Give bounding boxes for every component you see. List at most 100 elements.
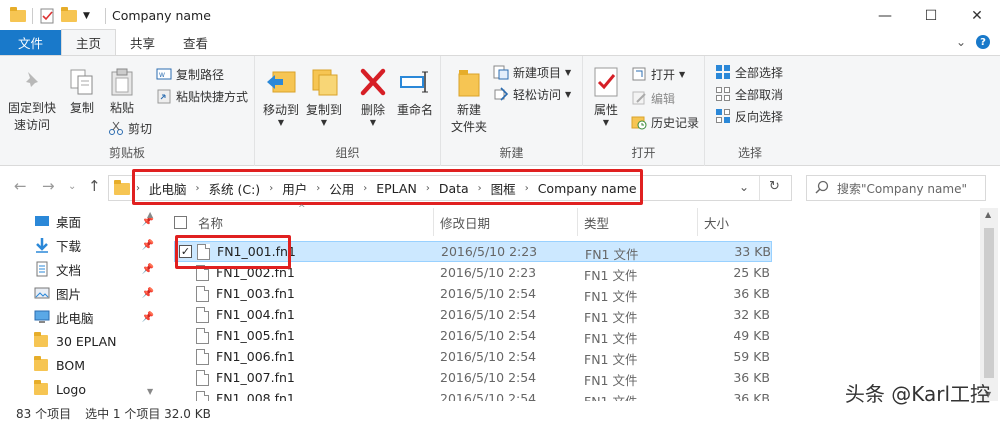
minimize-button[interactable]: — <box>862 0 908 31</box>
history-button[interactable]: 历史记录 <box>631 112 699 132</box>
copy-to-button[interactable]: 复制到 ▼ <box>303 66 345 127</box>
file-size: 49 KB <box>733 328 770 343</box>
breadcrumb-company-name[interactable]: Company name <box>532 181 643 196</box>
select-all-button[interactable]: 全部选择 <box>715 62 783 82</box>
breadcrumb-data[interactable]: Data <box>433 181 475 196</box>
back-arrow-icon[interactable]: ← <box>14 177 27 195</box>
nav-item-bom[interactable]: BOM <box>34 354 144 376</box>
column-size[interactable]: 大小 <box>698 208 778 236</box>
chevron-right-icon[interactable]: › <box>475 183 485 194</box>
search-input[interactable]: 搜索"Company name" <box>806 175 986 201</box>
pin-to-quick-access-button[interactable]: 固定到快 速访问 <box>6 68 58 134</box>
breadcrumb-this-pc[interactable]: 此电脑 <box>143 179 193 198</box>
forward-arrow-icon[interactable]: → <box>42 177 55 195</box>
recent-chevron-icon[interactable]: ⌄ <box>68 181 76 192</box>
table-row[interactable]: FN1_004.fn1 2016/5/10 2:54 FN1 文件 32 KB <box>174 305 772 326</box>
nav-item-30-eplan[interactable]: 30 EPLAN <box>34 330 144 352</box>
download-arrow-icon <box>34 237 50 253</box>
delete-x-icon <box>357 66 389 98</box>
pin-icon <box>18 68 46 96</box>
chevron-right-icon: › <box>136 182 140 194</box>
open-button[interactable]: 打开 ▼ <box>631 64 685 84</box>
file-date: 2016/5/10 2:54 <box>440 391 537 401</box>
chevron-down-icon: ▼ <box>320 118 328 127</box>
cut-button[interactable]: 剪切 <box>108 118 152 138</box>
nav-item-documents[interactable]: 文档 📌 <box>34 258 154 280</box>
table-row[interactable]: FN1_008.fn1 2016/5/10 2:54 FN1 文件 36 KB <box>174 389 772 401</box>
new-folder-icon[interactable] <box>61 6 77 24</box>
row-checkbox[interactable]: ✓ <box>179 245 192 258</box>
file-list: ^ 名称 修改日期 类型 大小 ✓ FN1_001.fn1 2016/5/10 … <box>158 204 1000 401</box>
paste-shortcut-button[interactable]: 粘贴快捷方式 <box>156 86 248 106</box>
refresh-icon[interactable]: ↻ <box>769 179 780 194</box>
copy-path-button[interactable]: W 复制路径 <box>156 64 224 84</box>
file-icon <box>196 349 209 365</box>
tab-share[interactable]: 共享 <box>116 30 169 55</box>
scissors-icon <box>108 120 124 136</box>
column-name[interactable]: 名称 <box>192 208 434 236</box>
select-none-button[interactable]: 全部取消 <box>715 84 783 104</box>
edit-button[interactable]: 编辑 <box>631 88 675 108</box>
chevron-right-icon[interactable]: › <box>360 183 370 194</box>
chevron-right-icon[interactable]: › <box>522 183 532 194</box>
address-dropdown-icon[interactable]: ⌄ <box>739 180 749 194</box>
breadcrumb-frame[interactable]: 图框 <box>485 179 522 198</box>
table-row[interactable]: FN1_002.fn1 2016/5/10 2:23 FN1 文件 25 KB <box>174 263 772 284</box>
up-arrow-icon[interactable]: ↑ <box>88 177 101 195</box>
paste-button[interactable]: 粘贴 <box>104 68 140 117</box>
breadcrumb-users[interactable]: 用户 <box>276 179 313 198</box>
select-none-icon <box>715 86 731 102</box>
ribbon-expand-icon[interactable]: ⌄ <box>956 35 966 49</box>
nav-item-this-pc[interactable]: 此电脑 📌 <box>34 306 154 328</box>
breadcrumb-eplan[interactable]: EPLAN <box>370 181 423 196</box>
breadcrumb-public[interactable]: 公用 <box>323 179 360 198</box>
new-item-button[interactable]: 新建项目 ▼ <box>493 62 571 82</box>
nav-item-logo[interactable]: Logo <box>34 378 144 400</box>
rename-button[interactable]: 重命名 <box>393 66 437 119</box>
table-row[interactable]: FN1_005.fn1 2016/5/10 2:54 FN1 文件 49 KB <box>174 326 772 347</box>
column-type[interactable]: 类型 <box>578 208 698 236</box>
scroll-up-icon[interactable]: ▲ <box>985 210 991 219</box>
group-clipboard: 固定到快 速访问 复制 粘贴 W 复制路径 粘贴快捷方式 剪切 剪贴板 <box>0 56 255 166</box>
chevron-right-icon[interactable]: › <box>313 183 323 194</box>
new-folder-button[interactable]: 新建 文件夹 <box>447 66 491 136</box>
folder-icon <box>34 380 50 397</box>
chevron-right-icon[interactable]: › <box>266 183 276 194</box>
column-date[interactable]: 修改日期 <box>434 208 578 236</box>
tab-view[interactable]: 查看 <box>169 30 222 55</box>
breadcrumb-system-c[interactable]: 系统 (C:) <box>203 179 267 198</box>
invert-selection-button[interactable]: 反向选择 <box>715 106 783 126</box>
window-title: Company name <box>112 8 211 23</box>
scroll-down-icon[interactable]: ▼ <box>147 387 153 396</box>
chevron-right-icon[interactable]: › <box>193 183 203 194</box>
properties-button[interactable]: 属性 ▼ <box>589 66 623 127</box>
tab-file[interactable]: 文件 <box>0 30 62 55</box>
copy-to-icon <box>308 66 340 98</box>
select-all-checkbox[interactable] <box>174 216 187 229</box>
copy-button[interactable]: 复制 <box>64 68 100 117</box>
file-size: 59 KB <box>733 349 770 364</box>
table-row[interactable]: ✓ FN1_001.fn1 2016/5/10 2:23 FN1 文件 33 K… <box>174 241 772 262</box>
help-icon[interactable]: ? <box>976 35 990 49</box>
chevron-right-icon[interactable]: › <box>423 183 433 194</box>
easy-access-button[interactable]: 轻松访问 ▼ <box>493 84 571 104</box>
nav-item-downloads[interactable]: 下载 📌 <box>34 234 154 256</box>
nav-item-desktop[interactable]: 桌面 📌 <box>34 210 154 232</box>
scrollbar-thumb[interactable] <box>984 228 994 378</box>
file-icon <box>196 328 209 344</box>
delete-button[interactable]: 删除 ▼ <box>355 66 391 127</box>
scroll-up-icon[interactable]: ▲ <box>147 210 153 219</box>
nav-item-pictures[interactable]: 图片 📌 <box>34 282 154 304</box>
close-button[interactable]: ✕ <box>954 0 1000 31</box>
maximize-button[interactable]: ☐ <box>908 0 954 31</box>
table-row[interactable]: FN1_006.fn1 2016/5/10 2:54 FN1 文件 59 KB <box>174 347 772 368</box>
file-list-scrollbar[interactable]: ▲ ▼ <box>980 208 998 401</box>
nav-scrollbar[interactable]: ▲ ▼ <box>145 210 158 400</box>
properties-check-icon[interactable] <box>39 8 55 24</box>
table-row[interactable]: FN1_003.fn1 2016/5/10 2:54 FN1 文件 36 KB <box>174 284 772 305</box>
address-bar[interactable]: › 此电脑 › 系统 (C:) › 用户 › 公用 › EPLAN › Data… <box>108 175 792 201</box>
move-to-button[interactable]: 移动到 ▼ <box>261 66 301 127</box>
chevron-down-icon[interactable]: ▼ <box>83 8 99 24</box>
table-row[interactable]: FN1_007.fn1 2016/5/10 2:54 FN1 文件 36 KB <box>174 368 772 389</box>
tab-home[interactable]: 主页 <box>61 29 117 55</box>
